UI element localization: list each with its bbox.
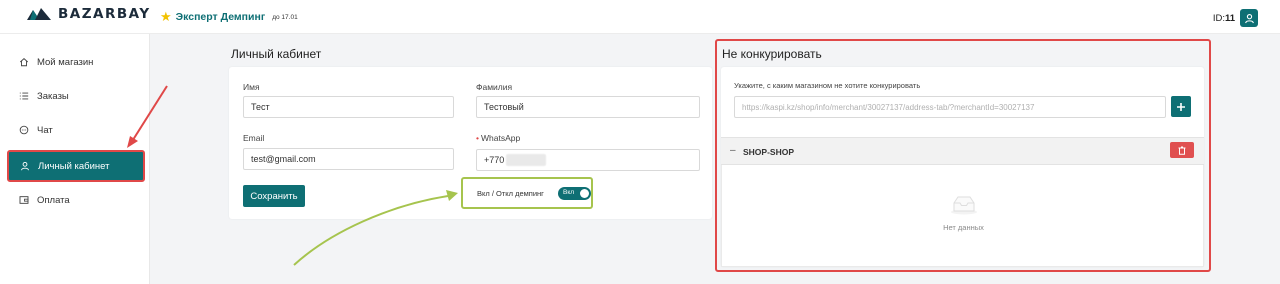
last-name-field[interactable]: Тестовый	[476, 96, 700, 118]
blurred-number	[506, 154, 547, 166]
user-id-box: ID:11	[1213, 9, 1258, 27]
whatsapp-value: +770	[484, 155, 505, 165]
plus-icon	[1177, 102, 1185, 111]
shop-name: SHOP-SHOP	[743, 147, 795, 157]
logo-text: BAZARBAY	[58, 6, 151, 22]
logo-mark-icon	[27, 8, 51, 20]
id-label: ID:11	[1212, 12, 1235, 24]
sidebar-item-personal-account[interactable]: Личный кабинет	[7, 150, 145, 182]
sidebar-item-label: Оплата	[37, 194, 70, 206]
promo-title: Эксперт Демпинг	[175, 11, 266, 23]
save-button[interactable]: Сохранить	[243, 185, 305, 207]
chat-icon	[19, 125, 29, 135]
empty-text: Нет данных	[943, 223, 984, 232]
first-name-field[interactable]: Тест	[243, 96, 454, 118]
toggle-state-text: Вкл	[563, 189, 575, 196]
first-name-label: Имя	[243, 82, 260, 92]
email-field[interactable]: test@gmail.com	[243, 148, 454, 170]
sidebar: Мой магазин Заказы Чат Личный кабинет Оп…	[0, 34, 150, 284]
profile-button[interactable]	[1240, 9, 1258, 27]
list-icon	[19, 92, 29, 100]
star-icon: ★	[160, 9, 172, 24]
logo[interactable]: BAZARBAY	[26, 6, 151, 22]
empty-state: Нет данных	[721, 165, 1204, 267]
sidebar-item-label: Чат	[37, 124, 53, 136]
wallet-icon	[19, 196, 29, 204]
user-icon	[21, 161, 29, 171]
last-name-label: Фамилия	[476, 82, 513, 92]
whatsapp-field[interactable]: +770	[476, 149, 700, 171]
home-icon	[19, 58, 29, 67]
dumping-toggle-switch[interactable]: Вкл	[558, 187, 591, 200]
user-icon	[1244, 13, 1254, 23]
whatsapp-label: • WhatsApp	[476, 133, 521, 143]
sidebar-item-chat[interactable]: Чат	[9, 116, 144, 144]
sidebar-item-payment[interactable]: Оплата	[9, 186, 144, 214]
profile-title: Личный кабинет	[231, 47, 322, 61]
no-compete-instruction: Укажите, с каким магазином не хотите кон…	[734, 81, 921, 90]
sidebar-item-orders[interactable]: Заказы	[9, 82, 144, 110]
sidebar-item-my-shop[interactable]: Мой магазин	[9, 48, 144, 76]
trash-icon	[1178, 146, 1186, 155]
add-shop-button[interactable]	[1171, 96, 1191, 117]
promo-badge[interactable]: ★ Эксперт Демпинг до 17.01	[160, 9, 298, 24]
shop-url-input[interactable]: https://kaspi.kz/shop/info/merchant/3002…	[734, 96, 1166, 118]
toggle-knob	[580, 189, 589, 198]
sidebar-item-label: Личный кабинет	[38, 160, 110, 172]
email-label: Email	[243, 133, 265, 143]
collapse-icon[interactable]: –	[730, 145, 736, 156]
dumping-toggle-label: Вкл / Откл демпинг	[477, 189, 544, 198]
empty-inbox-icon	[951, 196, 977, 215]
promo-until: до 17.01	[272, 13, 298, 21]
no-compete-title: Не конкурировать	[722, 47, 822, 61]
shop-collapse-header[interactable]: – SHOP-SHOP	[721, 137, 1204, 165]
sidebar-item-label: Мой магазин	[37, 56, 94, 68]
dumping-toggle-box: Вкл / Откл демпинг Вкл	[461, 177, 593, 209]
sidebar-item-label: Заказы	[37, 90, 69, 102]
top-header: BAZARBAY ★ Эксперт Демпинг до 17.01 ID:1…	[0, 0, 1280, 34]
delete-shop-button[interactable]	[1170, 142, 1194, 158]
